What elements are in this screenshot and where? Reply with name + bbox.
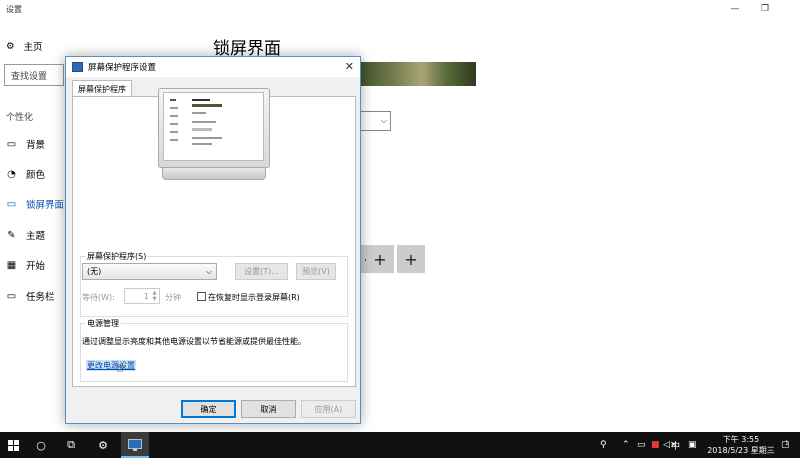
sidebar-item-themes[interactable]: ✎ 主题 <box>6 228 46 243</box>
dialog-titlebar: 屏幕保护程序设置 <box>66 57 360 77</box>
clock[interactable]: 下午 3:55 2018/5/23 星期三 <box>706 434 776 456</box>
sidebar-item-label: 锁屏界面 <box>26 200 65 211</box>
sidebar-item-label: 主题 <box>26 231 46 242</box>
cortana-icon[interactable]: ○ <box>27 432 55 458</box>
wait-label: 等待(W): <box>82 293 115 302</box>
preview-button[interactable]: 预览(V) <box>296 263 336 280</box>
add-app-button[interactable]: + <box>366 245 394 273</box>
theme-icon: ✎ <box>7 229 16 241</box>
settings-button[interactable]: 设置(T)... <box>235 263 288 280</box>
mini-line <box>192 99 210 101</box>
mini-line <box>170 99 176 101</box>
task-view-icon[interactable]: ⧉ <box>57 432 85 458</box>
user-icon[interactable]: ▣ <box>688 432 697 458</box>
search-input[interactable]: 查找设置 <box>4 64 64 86</box>
people-icon[interactable]: ⚲ <box>600 432 607 458</box>
cancel-button[interactable]: 取消 <box>241 400 296 418</box>
sidebar-item-label: 任务栏 <box>26 292 55 303</box>
power-group-label: 电源管理 <box>85 318 121 329</box>
minimize-button[interactable]: — <box>722 1 748 17</box>
spin-arrows-icon[interactable]: ▲ ▼ <box>151 290 158 302</box>
change-power-settings-link[interactable]: 更改电源设置 <box>86 360 136 371</box>
monitor-stand <box>162 167 266 180</box>
lockscreen-icon: ▭ <box>6 198 17 210</box>
start-icon: ▦ <box>6 259 17 271</box>
sidebar-item-taskbar[interactable]: ▭ 任务栏 <box>6 289 55 304</box>
minutes-label: 分钟 <box>165 293 181 302</box>
image-icon: ▭ <box>6 138 17 150</box>
maximize-button[interactable]: ❐ <box>752 1 778 17</box>
gear-icon: ⚙ <box>6 40 15 52</box>
mini-line <box>192 143 212 145</box>
monitor-icon <box>72 62 83 72</box>
screensaver-dialog: 屏幕保护程序设置 ✕ 屏幕保护程序 屏幕保护程序(S) (无) ⌵ 设置(T).… <box>65 56 361 424</box>
mini-line <box>192 112 206 114</box>
nav-home-label: 主页 <box>23 42 43 53</box>
sidebar-item-background[interactable]: ▭ 背景 <box>6 137 46 152</box>
mini-line <box>170 123 178 125</box>
window-title: 设置 <box>6 5 22 14</box>
taskbar: ○ ⧉ ⚙ ⚲ ⌃ ▭ ■ ◁× 中 ▣ 下午 3:55 2018/5/23 星… <box>0 432 800 458</box>
power-description: 通过调整显示亮度和其他电源设置以节省能源或提供最佳性能。 <box>82 337 306 346</box>
clock-time: 下午 3:55 <box>722 435 760 444</box>
wait-value: 1 <box>143 291 149 301</box>
chevron-down-icon: ⌵ <box>380 116 387 125</box>
monitor-icon[interactable] <box>121 432 149 458</box>
mini-line <box>170 139 178 141</box>
screensaver-select-value: (无) <box>87 267 102 276</box>
notification-center-icon[interactable]: ▢ 1 <box>781 432 790 458</box>
sidebar-item-start[interactable]: ▦ 开始 <box>6 258 46 273</box>
mini-line <box>192 121 216 123</box>
sidebar-item-label: 背景 <box>26 140 46 151</box>
close-icon[interactable]: ✕ <box>345 60 354 73</box>
settings-app-icon[interactable]: ⚙ <box>89 432 117 458</box>
screensaver-group-label: 屏幕保护程序(S) <box>85 251 149 262</box>
notification-count: 1 <box>785 440 789 447</box>
sidebar-item-label: 颜色 <box>26 170 46 181</box>
taskbar-icon: ▭ <box>6 290 17 302</box>
chevron-down-icon: ⌵ <box>205 266 212 276</box>
mini-line <box>192 128 212 131</box>
alert-icon[interactable]: ■ <box>651 432 660 458</box>
dialog-title: 屏幕保护程序设置 <box>88 63 157 73</box>
monitor-screen <box>163 92 264 161</box>
background-dropdown[interactable]: ⌵ <box>356 111 391 131</box>
sidebar-item-lockscreen[interactable]: ▭ 锁屏界面 <box>6 197 65 212</box>
sidebar-item-label: 开始 <box>26 261 46 272</box>
wait-minutes-stepper[interactable]: 1 ▲ ▼ <box>124 288 160 304</box>
chevron-up-icon[interactable]: ⌃ <box>622 432 630 458</box>
monitor-preview <box>158 88 270 181</box>
ok-button[interactable]: 确定 <box>181 400 236 418</box>
mini-line <box>192 104 222 107</box>
lockscreen-preview-image <box>356 62 476 86</box>
resume-logon-checkbox[interactable] <box>197 292 206 301</box>
palette-icon: ◔ <box>7 168 16 180</box>
mini-line <box>170 115 178 117</box>
screensaver-select[interactable]: (无) ⌵ <box>82 263 217 280</box>
sidebar-item-colors[interactable]: ◔ 颜色 <box>6 167 46 182</box>
clock-date: 2018/5/23 星期三 <box>707 446 775 455</box>
network-icon[interactable]: ▭ <box>637 432 646 458</box>
hand-cursor-icon: ☝ <box>116 361 124 376</box>
nav-home[interactable]: ⚙ 主页 <box>6 39 43 54</box>
windows-start-icon[interactable] <box>0 432 26 458</box>
add-app-button[interactable]: + <box>397 245 425 273</box>
tab-screensaver[interactable]: 屏幕保护程序 <box>72 80 132 97</box>
mini-line <box>170 131 178 133</box>
resume-logon-label[interactable]: 在恢复时显示登录屏幕(R) <box>208 292 300 303</box>
mini-line <box>170 107 178 109</box>
mini-line <box>192 137 222 139</box>
ime-indicator[interactable]: 中 <box>671 432 680 458</box>
section-label: 个性化 <box>6 113 34 123</box>
apply-button[interactable]: 应用(A) <box>301 400 356 418</box>
